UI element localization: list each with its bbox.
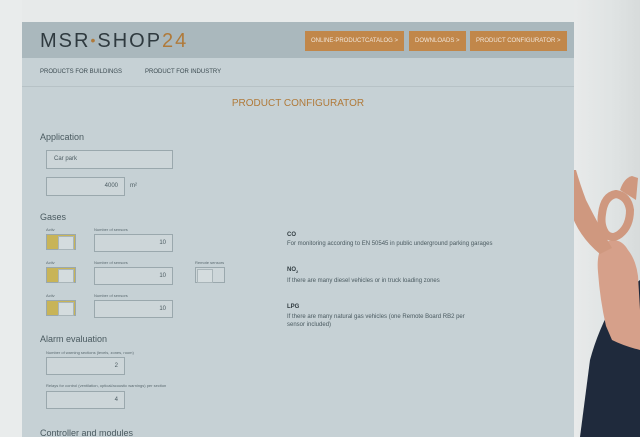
gas-sensors-label: Number of sensors bbox=[94, 293, 128, 298]
area-input-value: 4000 bbox=[104, 183, 118, 189]
relays-input[interactable]: 4 bbox=[46, 391, 125, 409]
gas-sensors-label: Number of sensors bbox=[94, 260, 128, 265]
toggle-knob bbox=[58, 302, 74, 316]
no2-sensors-input[interactable]: 10 bbox=[94, 267, 173, 285]
nav-product-configurator-button[interactable]: PRODUCT CONFIGURATOR > bbox=[470, 31, 567, 51]
application-select[interactable]: Car park bbox=[46, 150, 173, 169]
toggle-knob bbox=[197, 269, 213, 283]
subnav-products-for-buildings[interactable]: PRODUCTS FOR BUILDINGS bbox=[40, 69, 122, 75]
gas-active-label: Activ bbox=[46, 260, 55, 265]
co-gas-name-text: CO bbox=[287, 232, 296, 238]
warning-sections-input[interactable]: 2 bbox=[46, 357, 125, 375]
site-logo[interactable]: MSR•SHOP24 bbox=[40, 30, 188, 53]
remote-sensors-toggle[interactable] bbox=[195, 267, 225, 283]
no2-gas-name: NO2 bbox=[287, 267, 298, 274]
toggle-knob bbox=[58, 269, 74, 283]
lpg-sensors-input[interactable]: 10 bbox=[94, 300, 173, 318]
lpg-gas-description-line2: sensor included) bbox=[287, 322, 332, 328]
page-title: PRODUCT CONFIGURATOR bbox=[231, 98, 365, 109]
area-unit: m² bbox=[130, 183, 137, 189]
no2-active-toggle[interactable] bbox=[46, 267, 76, 283]
application-select-value: Car park bbox=[54, 156, 78, 162]
logo-text-shop: SHOP bbox=[97, 30, 163, 52]
sub-navigation: PRODUCTS FOR BUILDINGS PRODUCT FOR INDUS… bbox=[22, 58, 574, 87]
controller-modules-heading: Controller and modules bbox=[40, 428, 134, 437]
gas-active-label: Activ bbox=[46, 293, 55, 298]
nav-online-catalog-button[interactable]: ONLINE-PRODUCTCATALOG > bbox=[305, 31, 404, 51]
no2-gas-description: If there are many diesel vehicles or in … bbox=[287, 278, 440, 284]
co-gas-name: CO bbox=[287, 232, 296, 238]
remote-sensors-label: Remote sensors bbox=[195, 260, 225, 265]
logo-text-msr: MSR bbox=[40, 30, 91, 52]
lpg-sensors-value: 10 bbox=[159, 306, 166, 312]
gases-heading: Gases bbox=[40, 212, 67, 222]
nav-downloads-button[interactable]: DOWNLOADS > bbox=[409, 31, 466, 51]
toggle-knob bbox=[58, 236, 74, 250]
co-sensors-value: 10 bbox=[159, 240, 166, 246]
gas-active-label: Activ bbox=[46, 227, 55, 232]
co-active-toggle[interactable] bbox=[46, 234, 76, 250]
relays-value: 4 bbox=[114, 397, 118, 403]
application-heading: Application bbox=[40, 132, 85, 142]
lpg-gas-name: LPG bbox=[287, 304, 299, 310]
no2-sensors-value: 10 bbox=[159, 273, 166, 279]
area-input[interactable]: 4000 bbox=[46, 177, 125, 196]
lpg-gas-description: If there are many natural gas vehicles (… bbox=[287, 314, 465, 320]
alarm-evaluation-heading: Alarm evaluation bbox=[40, 334, 108, 344]
co-gas-description: For monitoring according to EN 50545 in … bbox=[287, 241, 493, 247]
no2-subscript: 2 bbox=[296, 269, 299, 275]
configurator-panel: MSR•SHOP24 ONLINE-PRODUCTCATALOG > DOWNL… bbox=[22, 22, 574, 437]
co-sensors-input[interactable]: 10 bbox=[94, 234, 173, 252]
subnav-product-for-industry[interactable]: PRODUCT FOR INDUSTRY bbox=[145, 69, 221, 75]
site-header: MSR•SHOP24 ONLINE-PRODUCTCATALOG > DOWNL… bbox=[22, 22, 574, 58]
logo-separator: • bbox=[90, 32, 98, 48]
warning-sections-value: 2 bbox=[114, 363, 118, 369]
no2-gas-name-text: NO bbox=[287, 267, 296, 273]
lpg-gas-name-text: LPG bbox=[287, 304, 300, 310]
logo-text-24: 24 bbox=[162, 30, 189, 52]
gas-sensors-label: Number of sensors bbox=[94, 227, 128, 232]
lpg-active-toggle[interactable] bbox=[46, 300, 76, 316]
page-left-margin bbox=[0, 0, 22, 437]
warning-sections-label: Number of warning sections (levels, zone… bbox=[46, 350, 134, 355]
relays-label: Relays for control (ventilation, optical… bbox=[46, 383, 167, 388]
